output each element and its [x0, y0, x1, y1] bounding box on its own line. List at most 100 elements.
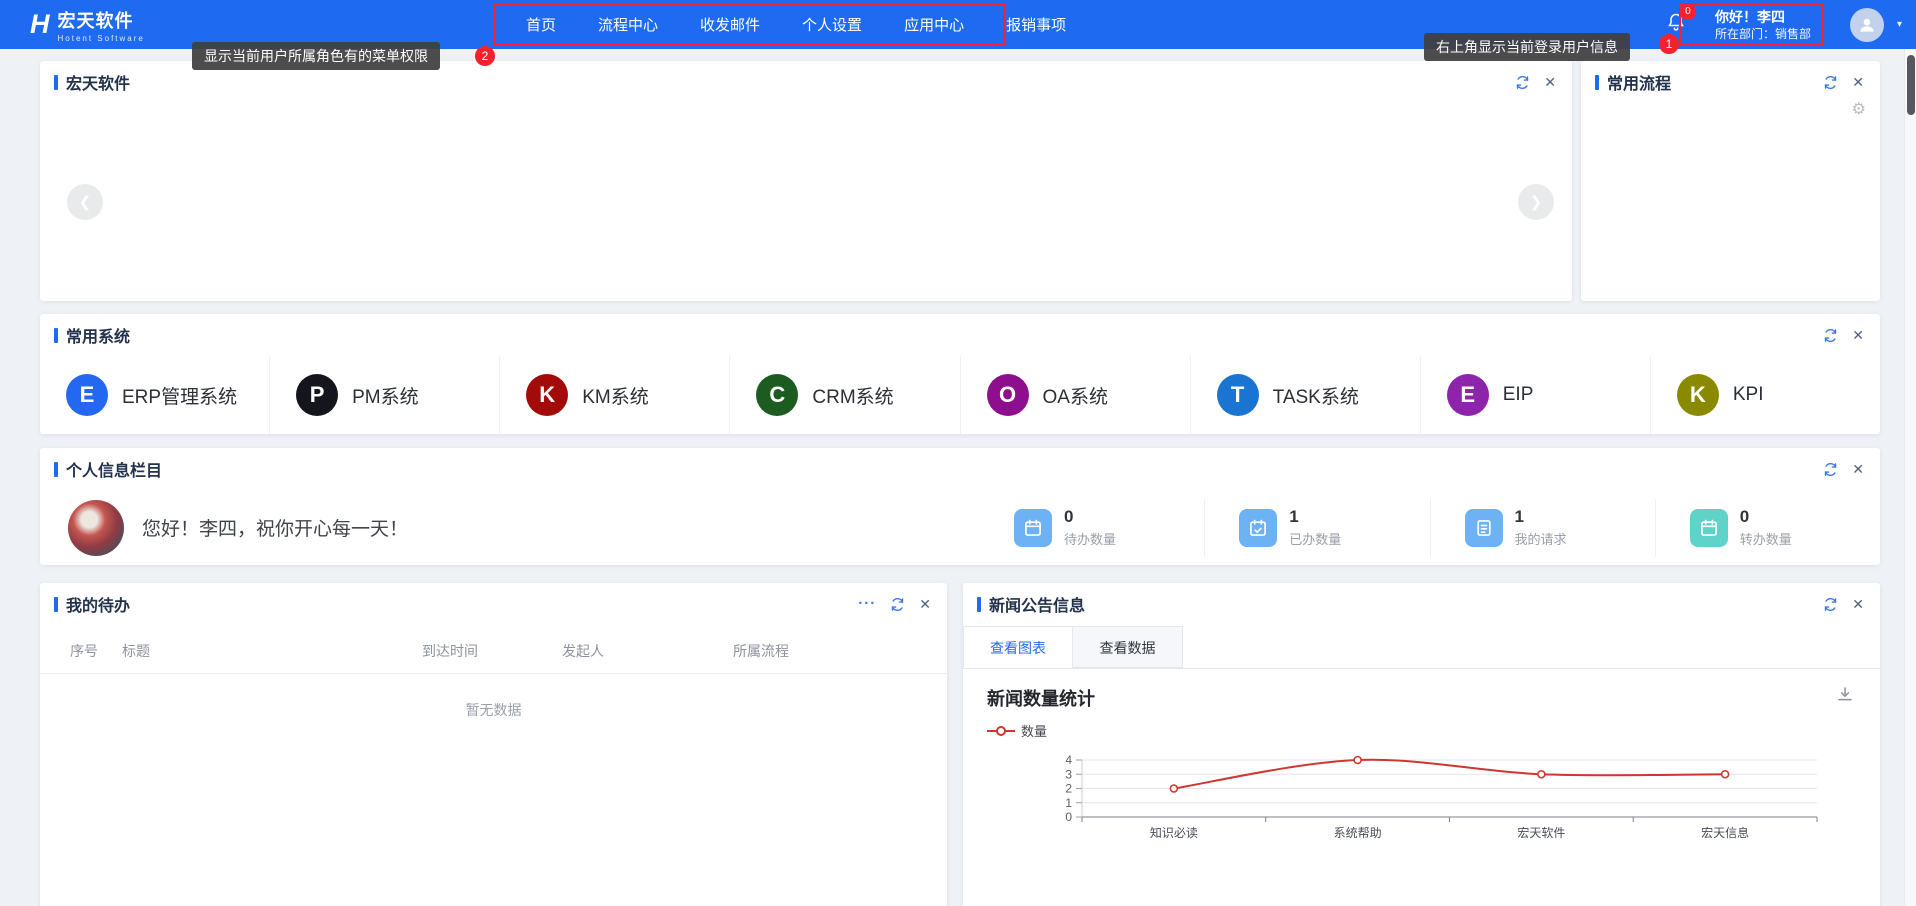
- person-icon: [1857, 15, 1877, 35]
- stat-my-requests[interactable]: 1 我的请求: [1430, 499, 1655, 557]
- close-icon[interactable]: ✕: [1852, 327, 1864, 344]
- svg-text:1: 1: [1065, 796, 1072, 810]
- logo[interactable]: H 宏天软件 Hotent Software: [30, 7, 145, 43]
- refresh-icon[interactable]: [890, 597, 905, 612]
- stat-value: 1: [1515, 508, 1567, 526]
- stats-row: 0 待办数量 1 已办数量: [980, 499, 1880, 557]
- column-initiator: 发起人: [562, 641, 733, 661]
- panel-common-systems: 常用系统 ✕ E ERP管理系统 P PM系统 K KM系统: [40, 314, 1880, 434]
- user-info[interactable]: 你好！李四 所在部门：销售部: [1715, 8, 1811, 42]
- svg-text:知识必读: 知识必读: [1150, 826, 1198, 840]
- panel-common-flows: 常用流程 ✕ ⚙: [1581, 61, 1880, 301]
- main-nav: 首页 流程中心 收发邮件 个人设置 应用中心 报销事项: [505, 0, 1087, 49]
- erp-logo-icon: E: [66, 374, 108, 416]
- stat-text: 1 我的请求: [1515, 508, 1567, 548]
- logo-title: 宏天软件: [58, 7, 145, 33]
- calendar-check-icon: [1239, 509, 1277, 547]
- nav-item-app-center[interactable]: 应用中心: [883, 14, 985, 35]
- close-icon[interactable]: ✕: [1852, 74, 1864, 91]
- close-icon[interactable]: ✕: [1852, 461, 1864, 478]
- panel-title: 个人信息栏目: [54, 457, 162, 481]
- nav-item-process-center[interactable]: 流程中心: [577, 14, 679, 35]
- transfer-icon: [1690, 509, 1728, 547]
- nav-item-mail[interactable]: 收发邮件: [679, 14, 781, 35]
- stat-text: 0 转办数量: [1740, 508, 1792, 548]
- scrollbar-thumb[interactable]: [1907, 55, 1915, 115]
- stat-value: 0: [1740, 508, 1792, 526]
- stat-value: 1: [1289, 508, 1341, 526]
- tab-view-data[interactable]: 查看数据: [1073, 626, 1183, 668]
- column-seq: 序号: [70, 641, 122, 661]
- column-title: 标题: [122, 641, 422, 661]
- nav-item-reimbursement[interactable]: 报销事项: [985, 14, 1087, 35]
- title-accent-bar: [54, 462, 58, 477]
- svg-text:2: 2: [1065, 782, 1072, 796]
- calendar-icon: [1014, 509, 1052, 547]
- vertical-scrollbar[interactable]: [1904, 49, 1916, 906]
- panel-title-text: 常用系统: [66, 323, 130, 347]
- more-icon[interactable]: ···: [858, 599, 876, 609]
- refresh-icon[interactable]: [1823, 75, 1838, 90]
- close-icon[interactable]: ✕: [919, 596, 931, 613]
- stat-label: 已办数量: [1289, 529, 1341, 548]
- refresh-icon[interactable]: [1823, 462, 1838, 477]
- user-photo[interactable]: [68, 500, 124, 556]
- panel-my-todo: 我的待办 ··· ✕ 序号 标题 到达时间 发起人 所属流程 暂无数据: [40, 583, 947, 906]
- download-icon[interactable]: [1836, 685, 1854, 708]
- chevron-down-icon[interactable]: ▾: [1897, 19, 1902, 30]
- tab-view-chart[interactable]: 查看图表: [963, 626, 1073, 668]
- nav-item-personal-settings[interactable]: 个人设置: [781, 14, 883, 35]
- system-label: EIP: [1503, 384, 1534, 406]
- system-item-erp[interactable]: E ERP管理系统: [40, 356, 269, 434]
- system-label: CRM系统: [812, 382, 893, 409]
- system-label: KM系统: [582, 382, 649, 409]
- stat-label: 转办数量: [1740, 529, 1792, 548]
- annotation-badge-2: 2: [475, 46, 495, 66]
- panel-title-text: 我的待办: [66, 592, 130, 616]
- stat-done-count[interactable]: 1 已办数量: [1204, 499, 1429, 557]
- notification-badge: 0: [1680, 4, 1696, 20]
- column-arrival-time: 到达时间: [422, 641, 562, 661]
- news-tabbar: 查看图表 查看数据: [963, 626, 1880, 669]
- empty-state-text: 暂无数据: [40, 700, 947, 720]
- title-accent-bar: [54, 328, 58, 343]
- gear-icon[interactable]: ⚙: [1852, 99, 1866, 119]
- chart-legend[interactable]: 数量: [987, 721, 1856, 740]
- system-item-km[interactable]: K KM系统: [499, 356, 729, 434]
- close-icon[interactable]: ✕: [1852, 596, 1864, 613]
- legend-label: 数量: [1021, 721, 1047, 740]
- refresh-icon[interactable]: [1823, 597, 1838, 612]
- panel-title-text: 新闻公告信息: [989, 592, 1085, 616]
- nav-item-home[interactable]: 首页: [505, 14, 577, 35]
- refresh-icon[interactable]: [1823, 328, 1838, 343]
- system-item-oa[interactable]: O OA系统: [960, 356, 1190, 434]
- user-greeting: 你好！李四: [1715, 8, 1811, 26]
- system-item-kpi[interactable]: K KPI: [1650, 356, 1880, 434]
- system-item-task[interactable]: T TASK系统: [1190, 356, 1420, 434]
- panel-title: 宏天软件: [54, 70, 130, 94]
- system-item-pm[interactable]: P PM系统: [269, 356, 499, 434]
- annotation-badge-1: 1: [1659, 34, 1679, 54]
- svg-text:宏天信息: 宏天信息: [1701, 825, 1749, 840]
- kpi-logo-icon: K: [1677, 374, 1719, 416]
- system-item-eip[interactable]: E EIP: [1420, 356, 1650, 434]
- panel-title: 常用流程: [1595, 70, 1671, 94]
- logo-icon: H: [30, 11, 50, 38]
- stat-pending-count[interactable]: 0 待办数量: [980, 499, 1204, 557]
- title-accent-bar: [54, 75, 58, 90]
- eip-logo-icon: E: [1447, 374, 1489, 416]
- stat-transferred-count[interactable]: 0 转办数量: [1655, 499, 1880, 557]
- refresh-icon[interactable]: [1515, 75, 1530, 90]
- close-icon[interactable]: ✕: [1544, 74, 1556, 91]
- annotation-tooltip-menu: 显示当前用户所属角色有的菜单权限: [192, 42, 440, 70]
- panel-news-announcements: 新闻公告信息 ✕ 查看图表 查看数据 新闻数量统计: [963, 583, 1880, 906]
- system-item-crm[interactable]: C CRM系统: [729, 356, 959, 434]
- svg-text:3: 3: [1065, 767, 1072, 781]
- carousel-prev-button[interactable]: ❮: [67, 184, 103, 220]
- carousel-next-button[interactable]: ❯: [1518, 184, 1554, 220]
- user-department: 所在部门：销售部: [1715, 26, 1811, 42]
- user-avatar[interactable]: [1850, 8, 1884, 42]
- title-accent-bar: [54, 597, 58, 612]
- legend-marker-icon: [987, 726, 1015, 736]
- chart-area: 新闻数量统计 数量 01234知识必读系统帮助宏天软件宏天信息: [963, 669, 1880, 844]
